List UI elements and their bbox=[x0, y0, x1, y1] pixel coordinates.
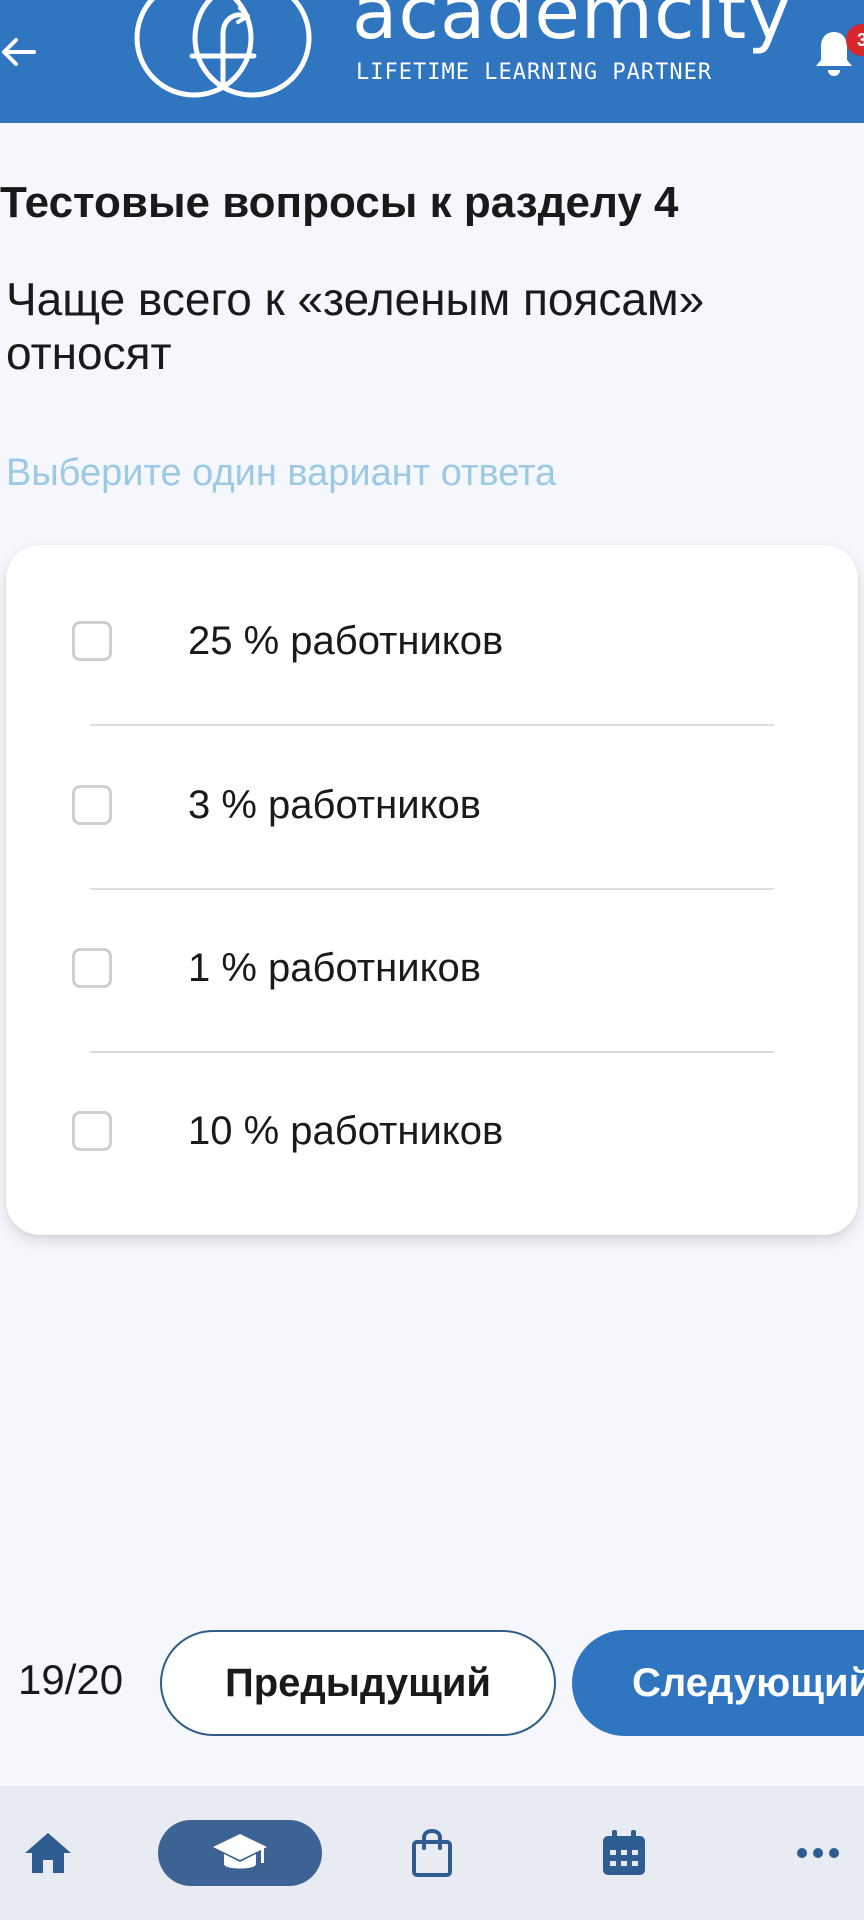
answer-options-card: 25 % работников 3 % работников 1 % работ… bbox=[6, 545, 858, 1235]
answer-option-label: 10 % работников bbox=[188, 1109, 504, 1153]
nav-item-home[interactable] bbox=[20, 1820, 76, 1886]
answer-checkbox[interactable] bbox=[72, 1111, 112, 1151]
back-button[interactable] bbox=[0, 24, 50, 80]
answer-option-label: 3 % работников bbox=[188, 783, 482, 827]
answer-hint: Выберите один вариант ответа bbox=[6, 452, 557, 494]
brand-name: academcity bbox=[352, 0, 793, 56]
calendar-icon bbox=[603, 1830, 645, 1875]
answer-checkbox[interactable] bbox=[72, 621, 112, 661]
answer-option-label: 1 % работников bbox=[188, 946, 482, 990]
answer-option-label: 25 % работников bbox=[188, 619, 504, 663]
question-counter: 19/20 bbox=[18, 1656, 124, 1703]
previous-button[interactable]: Предыдущий bbox=[160, 1630, 556, 1736]
brand-tagline: LIFETIME LEARNING PARTNER bbox=[356, 60, 713, 85]
more-icon bbox=[797, 1848, 839, 1858]
answer-option[interactable]: 25 % работников bbox=[6, 545, 858, 695]
bottom-navigation bbox=[0, 1786, 864, 1920]
arrow-left-icon bbox=[2, 38, 36, 66]
home-icon bbox=[25, 1833, 71, 1873]
graduation-cap-icon bbox=[213, 1834, 267, 1869]
nav-item-courses[interactable] bbox=[158, 1820, 322, 1886]
nav-item-more[interactable] bbox=[788, 1820, 848, 1886]
answer-checkbox[interactable] bbox=[72, 948, 112, 988]
shopping-bag-icon bbox=[412, 1828, 452, 1877]
next-button[interactable]: Следующий bbox=[572, 1630, 864, 1736]
answer-option[interactable]: 10 % работников bbox=[6, 1035, 858, 1185]
nav-item-shop[interactable] bbox=[404, 1820, 460, 1886]
app-header: academcity LIFETIME LEARNING PARTNER 3 bbox=[0, 0, 864, 123]
answer-option[interactable]: 3 % работников bbox=[6, 709, 858, 859]
nav-item-calendar[interactable] bbox=[596, 1820, 652, 1886]
answer-option[interactable]: 1 % работников bbox=[6, 872, 858, 1022]
notifications-button[interactable]: 3 bbox=[812, 20, 864, 90]
answer-checkbox[interactable] bbox=[72, 785, 112, 825]
quiz-screen: academcity LIFETIME LEARNING PARTNER 3 Т… bbox=[0, 0, 864, 1920]
section-title: Тестовые вопросы к разделу 4 bbox=[0, 178, 679, 227]
question-text: Чаще всего к «зеленым поясам» относят bbox=[6, 273, 705, 379]
academcity-logo-icon bbox=[134, 0, 312, 98]
